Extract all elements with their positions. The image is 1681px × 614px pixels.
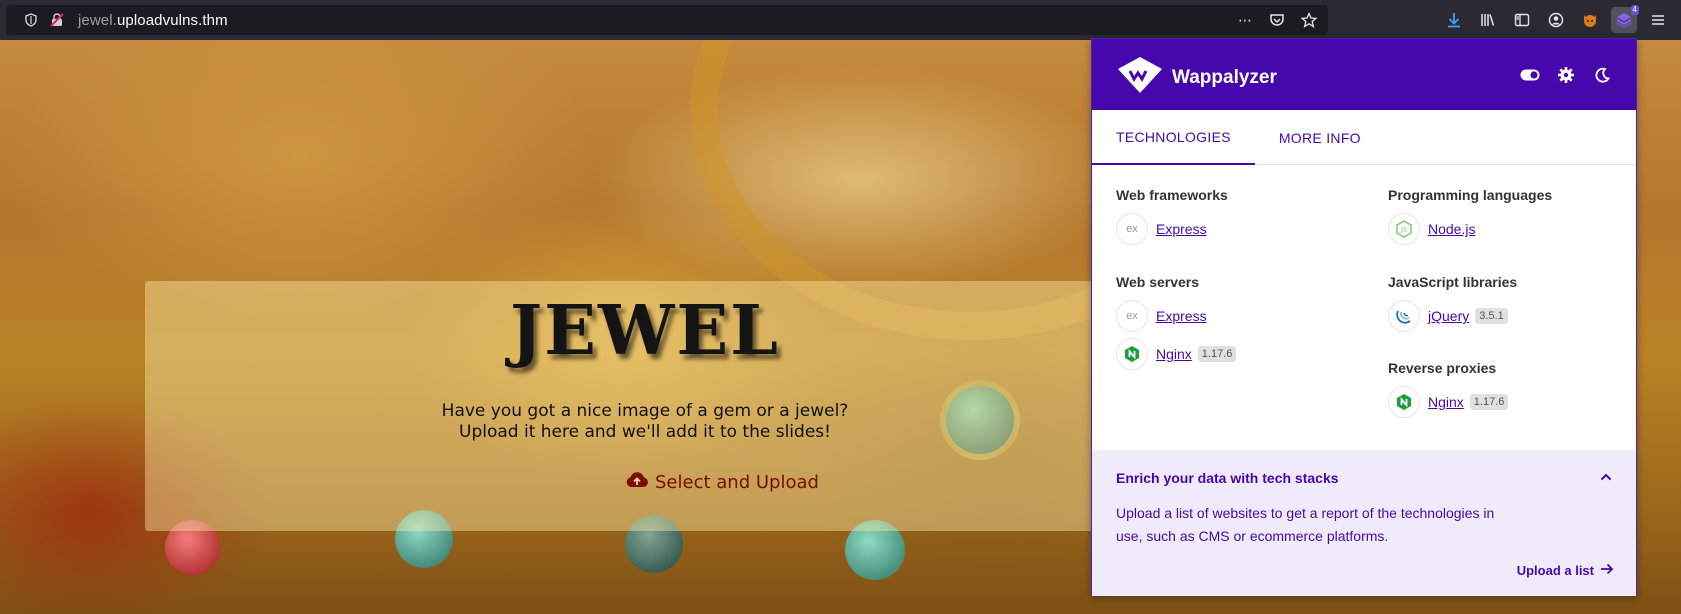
wappalyzer-logo: Wappalyzer (1116, 55, 1277, 100)
hero-panel: JEWEL Have you got a nice image of a gem… (145, 281, 1145, 531)
tech-link-express[interactable]: Express (1156, 221, 1207, 237)
browser-toolbar: jewel.uploadvulns.thm ⋯ 4 (0, 0, 1681, 40)
category-title: Reverse proxies (1388, 360, 1497, 376)
hero-line-2: Upload it here and we'll add it to the s… (459, 422, 831, 442)
category-title: Web frameworks (1116, 187, 1228, 203)
wappalyzer-popup: Wappalyzer TECHNOLOGIES MORE INFO Web fr… (1091, 38, 1637, 596)
category-title: Web servers (1116, 274, 1200, 290)
tech-item-nginx: Nginx 1.17.6 (1116, 337, 1237, 371)
category-title: JavaScript libraries (1388, 274, 1518, 290)
wappalyzer-brand: Wappalyzer (1172, 66, 1277, 88)
url-domain: uploadvulns.thm (116, 11, 228, 29)
wappalyzer-header-actions (1520, 65, 1612, 85)
pocket-icon[interactable] (1266, 9, 1288, 31)
upload-a-list-label: Upload a list (1516, 563, 1594, 578)
extension-fox-icon[interactable] (1577, 7, 1603, 33)
technologies-list: Web frameworks ex Express Web servers ex… (1092, 165, 1636, 449)
version-badge: 1.17.6 (1197, 346, 1237, 362)
hero-line-1: Have you got a nice image of a gem or a … (441, 401, 849, 421)
upload-a-list-link[interactable]: Upload a list (1517, 563, 1614, 578)
library-icon[interactable] (1475, 7, 1501, 33)
wappalyzer-header: Wappalyzer (1092, 39, 1636, 110)
toolbar-buttons: 4 (1441, 5, 1681, 35)
category-javascript-libraries: JavaScript libraries jQuery 3.5.1 (1388, 274, 1517, 333)
select-and-upload-button[interactable]: Select and Upload (625, 471, 819, 494)
nodejs-icon-label: JS (1400, 226, 1407, 234)
insecure-lock-icon[interactable] (46, 9, 68, 31)
hero-description: Have you got a nice image of a gem or a … (145, 401, 1145, 443)
enrich-data-panel: Enrich your data with tech stacks Upload… (1092, 450, 1636, 596)
category-reverse-proxies: Reverse proxies Nginx 1.17.6 (1388, 360, 1509, 419)
url-subdomain: jewel. (78, 11, 117, 29)
toggle-icon[interactable] (1520, 65, 1540, 85)
sidebar-icon[interactable] (1509, 7, 1535, 33)
url-text[interactable]: jewel.uploadvulns.thm (78, 12, 228, 29)
dark-mode-moon-icon[interactable] (1592, 65, 1612, 85)
version-badge: 1.17.6 (1469, 394, 1509, 410)
enrich-title: Enrich your data with tech stacks (1116, 470, 1339, 486)
settings-gear-icon[interactable] (1556, 65, 1576, 85)
enrich-description: Upload a list of websites to get a repor… (1116, 505, 1495, 544)
cloud-upload-icon (625, 471, 649, 494)
tech-item-express: ex Express (1116, 212, 1228, 246)
menu-icon[interactable] (1645, 7, 1671, 33)
extension-badge: 4 (1630, 5, 1639, 15)
shield-icon[interactable] (20, 9, 42, 31)
nginx-icon (1388, 386, 1420, 418)
tech-item-express: ex Express (1116, 299, 1236, 333)
upload-label: Select and Upload (655, 472, 819, 493)
more-actions-icon[interactable]: ⋯ (1234, 9, 1256, 31)
tech-item-nginx: Nginx 1.17.6 (1388, 385, 1509, 419)
account-icon[interactable] (1543, 7, 1569, 33)
arrow-right-icon (1600, 563, 1614, 578)
jquery-icon (1388, 300, 1420, 332)
tech-link-jquery[interactable]: jQuery (1428, 308, 1469, 324)
collapse-chevron-up-icon[interactable] (1600, 470, 1612, 484)
version-badge: 3.5.1 (1475, 308, 1508, 324)
category-programming-languages: Programming languages JS Node.js (1388, 187, 1552, 246)
express-icon: ex (1116, 300, 1148, 332)
site-title: JEWEL (509, 291, 780, 371)
category-web-servers: Web servers ex Express Nginx 1.17.6 (1116, 274, 1237, 371)
tech-item-jquery: jQuery 3.5.1 (1388, 299, 1517, 333)
wappalyzer-logo-icon (1116, 55, 1164, 100)
url-actions: ⋯ (1234, 9, 1320, 31)
bookmark-star-icon[interactable] (1298, 9, 1320, 31)
tech-link-nginx[interactable]: Nginx (1428, 394, 1464, 410)
address-bar[interactable]: jewel.uploadvulns.thm ⋯ (6, 5, 1328, 35)
tab-technologies[interactable]: TECHNOLOGIES (1092, 110, 1255, 165)
tech-link-express[interactable]: Express (1156, 308, 1207, 324)
nodejs-icon: JS (1388, 213, 1420, 245)
wappalyzer-extension-icon[interactable]: 4 (1611, 5, 1639, 33)
category-web-frameworks: Web frameworks ex Express (1116, 187, 1228, 246)
category-title: Programming languages (1388, 187, 1553, 203)
downloads-icon[interactable] (1441, 7, 1467, 33)
nginx-icon (1116, 338, 1148, 370)
wappalyzer-tabs: TECHNOLOGIES MORE INFO (1092, 110, 1636, 165)
express-icon: ex (1116, 213, 1148, 245)
tech-link-nodejs[interactable]: Node.js (1428, 221, 1475, 237)
tech-link-nginx[interactable]: Nginx (1156, 346, 1192, 362)
tech-item-nodejs: JS Node.js (1388, 212, 1552, 246)
tab-more-info[interactable]: MORE INFO (1255, 110, 1385, 165)
